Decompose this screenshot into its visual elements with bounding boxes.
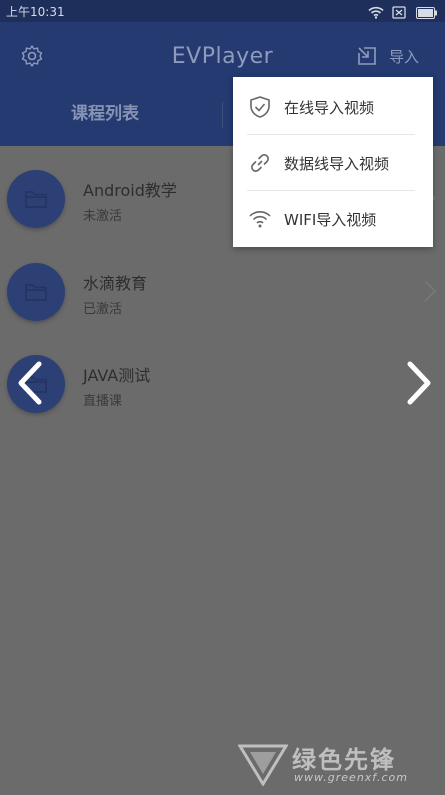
import-menu: 在线导入视频 数据线导入视频 WIFI导入视频 bbox=[233, 77, 433, 247]
course-item-java[interactable]: JAVA测试 直播课 bbox=[0, 355, 445, 448]
prev-arrow-icon[interactable] bbox=[11, 360, 51, 406]
menu-item-label: 在线导入视频 bbox=[284, 99, 375, 117]
menu-item-wifi-import[interactable]: WIFI导入视频 bbox=[233, 191, 433, 247]
import-label: 导入 bbox=[389, 48, 420, 66]
next-arrow-icon[interactable] bbox=[398, 360, 438, 406]
settings-icon[interactable] bbox=[20, 44, 44, 72]
watermark: 绿色先锋 www.greenxf.com bbox=[237, 740, 438, 790]
course-status: 直播课 bbox=[83, 394, 123, 409]
folder-icon bbox=[7, 263, 65, 321]
course-status: 未激活 bbox=[83, 209, 123, 224]
course-title: JAVA测试 bbox=[83, 366, 151, 385]
menu-item-online-import[interactable]: 在线导入视频 bbox=[233, 79, 433, 135]
course-status: 已激活 bbox=[83, 302, 123, 317]
no-sim-icon bbox=[392, 4, 406, 23]
import-icon bbox=[355, 44, 379, 72]
watermark-logo-icon bbox=[237, 742, 289, 790]
watermark-url: www.greenxf.com bbox=[294, 771, 408, 784]
tab-divider bbox=[222, 102, 223, 128]
battery-icon bbox=[416, 4, 438, 23]
watermark-text: 绿色先锋 bbox=[292, 746, 396, 774]
menu-item-cable-import[interactable]: 数据线导入视频 bbox=[233, 135, 433, 191]
shield-check-icon bbox=[248, 95, 272, 123]
course-title: Android教学 bbox=[83, 181, 177, 200]
tab-course-list[interactable]: 课程列表 bbox=[0, 94, 210, 146]
folder-icon bbox=[7, 170, 65, 228]
menu-item-label: 数据线导入视频 bbox=[284, 155, 390, 173]
chevron-right-icon bbox=[423, 279, 437, 307]
wifi-icon bbox=[368, 4, 384, 23]
course-item-shuidi[interactable]: 水滴教育 已激活 bbox=[0, 263, 445, 356]
import-button[interactable]: 导入 bbox=[355, 44, 433, 70]
status-time: 上午10:31 bbox=[6, 5, 65, 19]
course-title: 水滴教育 bbox=[83, 274, 148, 293]
menu-item-label: WIFI导入视频 bbox=[284, 211, 377, 229]
wifi-icon bbox=[248, 207, 272, 235]
link-icon bbox=[248, 151, 272, 179]
status-bar: 上午10:31 bbox=[0, 0, 445, 22]
